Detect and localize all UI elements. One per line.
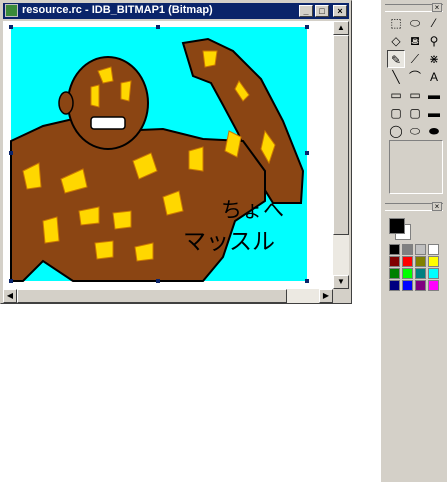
airbrush-icon[interactable]: ⋇ <box>425 50 443 68</box>
rect-fill-outline-icon[interactable]: ▭ <box>406 86 424 104</box>
fill-icon[interactable]: ⛾ <box>406 32 424 50</box>
free-select-icon[interactable]: ⬚ <box>387 14 405 32</box>
palette-color-swatch[interactable] <box>428 268 439 279</box>
teeth <box>90 116 126 130</box>
palette-color-swatch[interactable] <box>415 268 426 279</box>
palette-color-swatch[interactable] <box>402 268 413 279</box>
palette-color-swatch[interactable] <box>428 280 439 291</box>
palette-color-swatch[interactable] <box>389 256 400 267</box>
magnifier-icon[interactable]: ⚲ <box>425 32 443 50</box>
maximize-button[interactable]: □ <box>315 5 329 17</box>
palette-grip[interactable]: × <box>385 202 443 211</box>
toolbar-grip[interactable]: × <box>385 3 443 12</box>
scroll-left-arrow-icon[interactable]: ◀ <box>3 289 17 303</box>
rect-select-icon[interactable]: ⬭ <box>406 14 424 32</box>
scroll-up-arrow-icon[interactable]: ▲ <box>333 21 349 35</box>
palette-color-swatch[interactable] <box>428 244 439 255</box>
vertical-scrollbar[interactable]: ▲ ▼ <box>333 21 349 289</box>
palette-color-swatch[interactable] <box>402 256 413 267</box>
toolbar-close-button[interactable]: × <box>432 3 442 12</box>
palette-color-swatch[interactable] <box>415 256 426 267</box>
roundrect-fill-outline-icon[interactable]: ▢ <box>406 104 424 122</box>
ellipse-outline-icon[interactable]: ◯ <box>387 122 405 140</box>
dropper-icon[interactable]: ⁄ <box>425 14 443 32</box>
current-colors <box>387 216 443 240</box>
curve-icon[interactable]: ⌒ <box>406 68 424 86</box>
bitmap-canvas[interactable]: ちょへ マッスル <box>3 21 333 289</box>
eraser-icon[interactable]: ◇ <box>387 32 405 50</box>
scroll-down-arrow-icon[interactable]: ▼ <box>333 275 349 289</box>
palette-color-swatch[interactable] <box>389 268 400 279</box>
tool-options-box[interactable] <box>389 140 443 194</box>
caption-line-1: ちょへ <box>221 198 284 222</box>
minimize-button[interactable]: _ <box>299 5 313 17</box>
text-icon[interactable]: A <box>425 68 443 86</box>
palette-color-swatch[interactable] <box>428 256 439 267</box>
ear <box>58 91 74 115</box>
ellipse-fill-outline-icon[interactable]: ⬭ <box>406 122 424 140</box>
horizontal-scrollbar[interactable]: ◀ ▶ <box>3 289 333 303</box>
window-title: resource.rc - IDB_BITMAP1 (Bitmap) <box>22 4 213 16</box>
brush-icon[interactable]: ⟋ <box>406 50 424 68</box>
pencil-icon[interactable]: ✎ <box>387 50 405 68</box>
ellipse-filled-icon[interactable]: ⬬ <box>425 122 443 140</box>
bitmap-editor-window: resource.rc - IDB_BITMAP1 (Bitmap) _ □ × <box>0 0 352 304</box>
foreground-color-swatch[interactable] <box>389 218 405 234</box>
editor-client-area: ちょへ マッスル ▲ ▼ ◀ ▶ <box>3 21 349 303</box>
bitmap-icon <box>5 4 18 17</box>
canvas-area: ちょへ マッスル <box>3 21 333 289</box>
palette-color-swatch[interactable] <box>415 244 426 255</box>
close-button[interactable]: × <box>333 5 347 17</box>
graphics-toolbar: × ⬚ ⬭ ⁄ ◇ ⛾ ⚲ ✎ ⟋ ⋇ ╲ ⌒ A ▭ ▭ ▬ ▢ ▢ ▬ ◯ ⬭ ⬬ × <box>380 0 447 482</box>
palette-color-swatch[interactable] <box>389 244 400 255</box>
rect-filled-icon[interactable]: ▬ <box>425 86 443 104</box>
palette-color-swatch[interactable] <box>402 280 413 291</box>
roundrect-filled-icon[interactable]: ▬ <box>425 104 443 122</box>
title-bar[interactable]: resource.rc - IDB_BITMAP1 (Bitmap) _ □ × <box>3 3 349 19</box>
rect-outline-icon[interactable]: ▭ <box>387 86 405 104</box>
palette-color-swatch[interactable] <box>389 280 400 291</box>
palette-color-swatch[interactable] <box>415 280 426 291</box>
horizontal-scroll-thumb[interactable] <box>17 289 287 303</box>
palette-color-swatch[interactable] <box>402 244 413 255</box>
vertical-scroll-thumb[interactable] <box>333 35 349 235</box>
caption-line-2: マッスル <box>183 229 275 255</box>
line-icon[interactable]: ╲ <box>387 68 405 86</box>
palette-close-button[interactable]: × <box>432 202 442 211</box>
roundrect-outline-icon[interactable]: ▢ <box>387 104 405 122</box>
scroll-corner <box>333 289 349 303</box>
scroll-right-arrow-icon[interactable]: ▶ <box>319 289 333 303</box>
